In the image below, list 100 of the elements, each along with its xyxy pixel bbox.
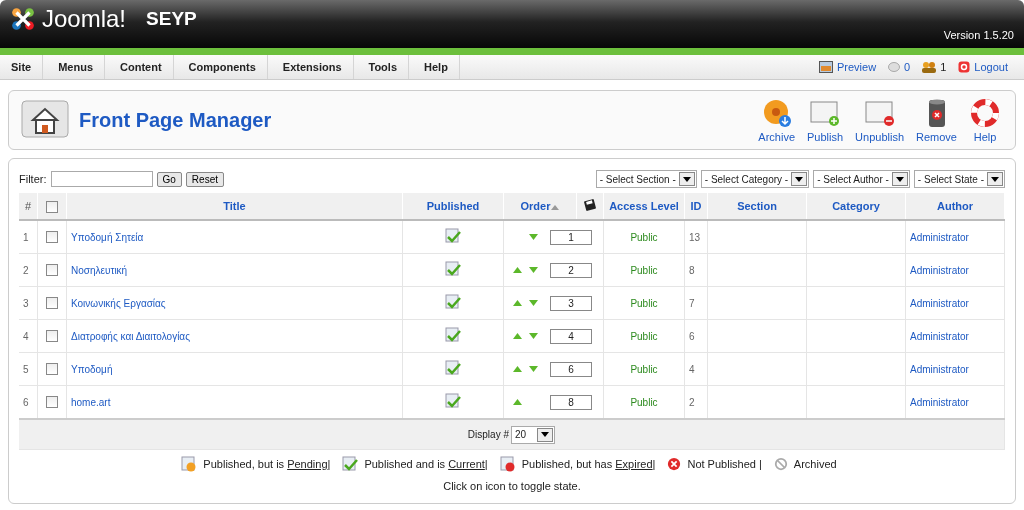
menu-item[interactable]: Help bbox=[413, 55, 460, 79]
version-text: Version 1.5.20 bbox=[943, 29, 1014, 41]
help-button[interactable]: Help bbox=[963, 97, 1007, 143]
menu-item[interactable]: Tools bbox=[357, 55, 409, 79]
column-header: # bbox=[19, 193, 38, 220]
order-field[interactable]: 3 bbox=[550, 295, 592, 311]
legend-text: Not Published | bbox=[687, 458, 762, 470]
display-count-dropdown[interactable]: 20 bbox=[511, 425, 556, 444]
order-field[interactable]: 4 bbox=[550, 328, 592, 344]
select-all-checkbox[interactable] bbox=[46, 200, 58, 213]
expired-icon bbox=[499, 456, 516, 472]
archive-button[interactable]: Archive bbox=[752, 97, 802, 143]
row-checkbox[interactable] bbox=[46, 297, 58, 310]
preview-icon bbox=[818, 61, 833, 73]
access-level[interactable]: Public bbox=[603, 352, 685, 386]
home-icon bbox=[21, 100, 69, 140]
article-title-link[interactable]: Νοσηλευτική bbox=[71, 264, 128, 276]
filter-dropdown[interactable]: - Select Category - bbox=[700, 170, 810, 188]
legend-text: Archived bbox=[793, 458, 837, 470]
id-cell: 13 bbox=[684, 220, 708, 254]
article-title-link[interactable]: Κοινωνικής Εργασίας bbox=[71, 297, 166, 309]
row-number: 2 bbox=[19, 253, 38, 287]
display-label: Display # bbox=[467, 429, 509, 440]
logout-link[interactable]: Logout bbox=[974, 61, 1008, 73]
published-icon[interactable] bbox=[445, 360, 461, 376]
access-level[interactable]: Public bbox=[603, 319, 685, 353]
menu-item[interactable]: Site bbox=[0, 55, 44, 79]
order-field[interactable]: 6 bbox=[550, 361, 592, 377]
order-field[interactable]: 2 bbox=[550, 262, 592, 278]
menu-item[interactable]: Content bbox=[109, 55, 174, 79]
menu-item[interactable]: Menus bbox=[47, 55, 106, 79]
article-title-link[interactable]: home.art bbox=[71, 396, 111, 408]
filter-field[interactable] bbox=[50, 171, 153, 187]
published-icon[interactable] bbox=[445, 294, 461, 310]
author-link[interactable]: Administrator bbox=[910, 264, 969, 276]
preview-link[interactable]: Preview bbox=[836, 61, 877, 73]
legend-link[interactable]: Current bbox=[448, 458, 485, 470]
move-down-icon[interactable] bbox=[528, 366, 538, 372]
unpublish-button[interactable]: Unpublish bbox=[849, 97, 911, 143]
article-title-link[interactable]: Διατροφής και Διαιτολογίας bbox=[71, 330, 190, 342]
menu-item[interactable]: Extensions bbox=[271, 55, 354, 79]
row-checkbox[interactable] bbox=[46, 264, 58, 277]
row-checkbox[interactable] bbox=[46, 363, 58, 376]
row-checkbox[interactable] bbox=[46, 231, 58, 244]
access-level[interactable]: Public bbox=[603, 220, 685, 254]
filter-label: Filter: bbox=[19, 173, 47, 185]
save-order-icon[interactable] bbox=[584, 199, 596, 211]
author-link[interactable]: Administrator bbox=[910, 396, 969, 408]
move-down-icon[interactable] bbox=[528, 267, 538, 273]
author-link[interactable]: Administrator bbox=[910, 363, 969, 375]
column-header[interactable]: Title bbox=[66, 193, 403, 220]
caret-icon bbox=[991, 176, 999, 182]
id-cell: 6 bbox=[684, 319, 708, 353]
move-down-icon[interactable] bbox=[528, 234, 538, 240]
menu-item[interactable]: Components bbox=[177, 55, 268, 79]
hint-text: Click on icon to toggle state. bbox=[442, 480, 582, 492]
published-icon[interactable] bbox=[445, 393, 461, 409]
row-checkbox[interactable] bbox=[46, 396, 58, 409]
move-up-icon[interactable] bbox=[512, 300, 522, 306]
archived-icon bbox=[773, 457, 788, 471]
caret-icon bbox=[541, 432, 550, 437]
author-link[interactable]: Administrator bbox=[910, 231, 969, 243]
article-title-link[interactable]: Υποδομή Σητεία bbox=[71, 231, 144, 243]
messages-count: 0 bbox=[904, 61, 911, 73]
row-checkbox[interactable] bbox=[46, 330, 58, 343]
move-up-icon[interactable] bbox=[512, 399, 522, 405]
go-button[interactable]: Go bbox=[156, 171, 182, 187]
column-header[interactable]: Category bbox=[806, 193, 906, 220]
move-up-icon[interactable] bbox=[512, 366, 522, 372]
filter-dropdown[interactable]: - Select Section - bbox=[595, 170, 697, 188]
reset-button[interactable]: Reset bbox=[185, 171, 224, 187]
column-header[interactable]: Order bbox=[503, 193, 577, 220]
row-number: 5 bbox=[19, 352, 38, 386]
move-down-icon[interactable] bbox=[528, 333, 538, 339]
published-icon bbox=[342, 456, 359, 472]
legend-link[interactable]: Expired bbox=[615, 458, 653, 470]
article-title-link[interactable]: Υποδομή bbox=[71, 363, 113, 375]
legend-link[interactable]: Pending bbox=[287, 458, 328, 470]
column-header[interactable]: Published bbox=[402, 193, 504, 220]
published-icon[interactable] bbox=[445, 228, 461, 244]
access-level[interactable]: Public bbox=[603, 286, 685, 320]
remove-button[interactable]: Remove bbox=[910, 97, 963, 143]
column-header[interactable]: Author bbox=[905, 193, 1005, 220]
access-level[interactable]: Public bbox=[603, 253, 685, 287]
column-header[interactable]: Section bbox=[707, 193, 807, 220]
order-field[interactable]: 8 bbox=[550, 394, 592, 410]
publish-button[interactable]: Publish bbox=[801, 97, 850, 143]
move-up-icon[interactable] bbox=[512, 333, 522, 339]
filter-dropdown[interactable]: - Select Author - bbox=[813, 170, 910, 188]
move-down-icon[interactable] bbox=[528, 300, 538, 306]
author-link[interactable]: Administrator bbox=[910, 297, 969, 309]
column-header[interactable]: ID bbox=[684, 193, 708, 220]
order-field[interactable]: 1 bbox=[550, 229, 592, 245]
filter-dropdown[interactable]: - Select State - bbox=[913, 170, 1005, 188]
published-icon[interactable] bbox=[445, 261, 461, 277]
row-number: 4 bbox=[19, 319, 38, 353]
published-icon[interactable] bbox=[445, 327, 461, 343]
move-up-icon[interactable] bbox=[512, 267, 522, 273]
author-link[interactable]: Administrator bbox=[910, 330, 969, 342]
column-header[interactable]: Access Level bbox=[603, 193, 685, 220]
